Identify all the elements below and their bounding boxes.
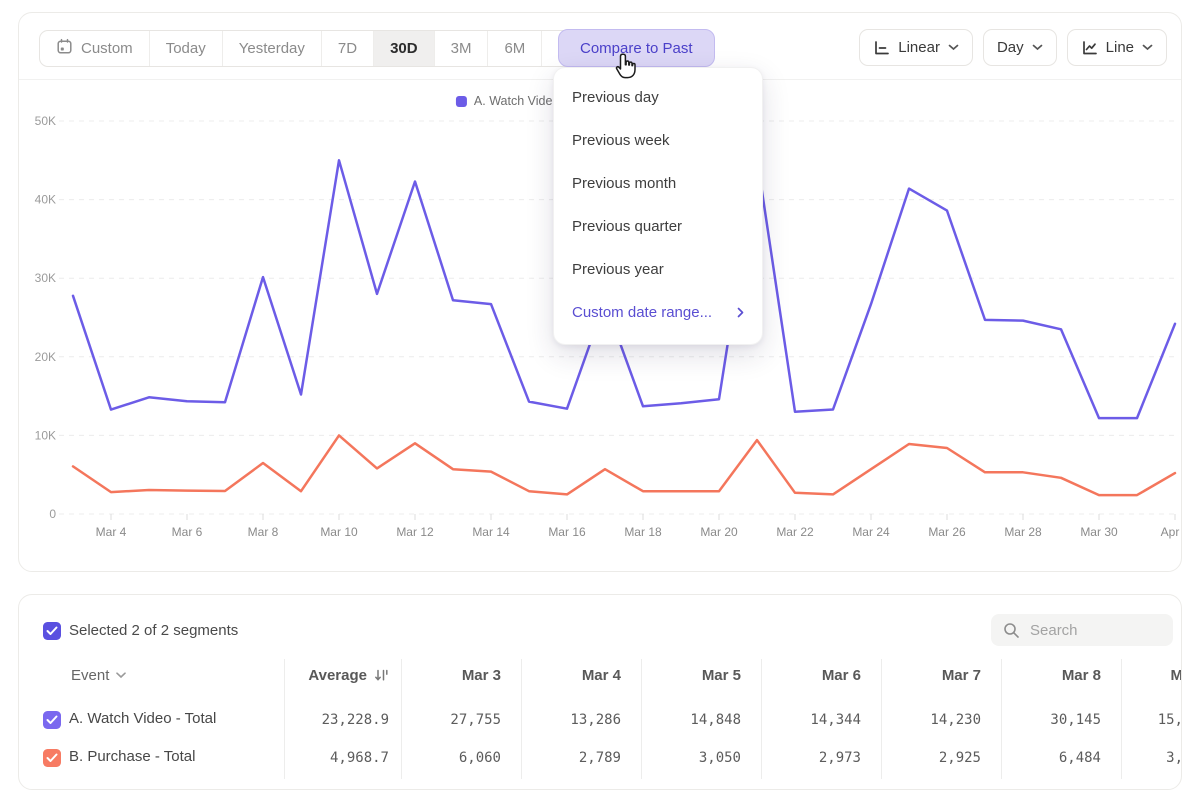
table-cell: 3,: [1053, 750, 1182, 770]
x-axis-tick-label: Mar 10: [320, 525, 358, 539]
row-checkbox-a-watch-video-total[interactable]: [43, 711, 61, 729]
x-axis-tick-label: Mar 30: [1080, 525, 1118, 539]
table-cell: 2,789: [491, 750, 621, 770]
row-label: A. Watch Video - Total: [69, 710, 216, 727]
row-label: B. Purchase - Total: [69, 748, 195, 765]
segments-card: Selected 2 of 2 segments Search Event Ave…: [18, 594, 1182, 790]
x-axis-tick-label: Mar 8: [248, 525, 279, 539]
y-axis-tick-label: 10K: [35, 428, 56, 442]
column-header-label: Event: [71, 667, 109, 684]
segments-selected-label: Selected 2 of 2 segments: [69, 622, 238, 639]
search-box[interactable]: Search: [991, 614, 1173, 646]
x-axis-tick-label: Mar 18: [624, 525, 662, 539]
column-header-m[interactable]: M: [1053, 665, 1182, 685]
menu-item-previous-quarter[interactable]: Previous quarter: [554, 205, 762, 248]
column-header-mar-4[interactable]: Mar 4: [491, 665, 621, 685]
x-axis-tick-label: Mar 28: [1004, 525, 1042, 539]
check-icon: [46, 626, 58, 636]
series-line-b-purchase-total[interactable]: [73, 435, 1175, 495]
table-cell: 4,968.7: [259, 750, 389, 770]
table-cell: 3,050: [611, 750, 741, 770]
y-axis-tick-label: 30K: [35, 271, 56, 285]
x-axis-tick-label: Mar 20: [700, 525, 738, 539]
table-cell: 13,286: [491, 712, 621, 732]
y-axis-tick-label: 20K: [35, 350, 56, 364]
table-cell: 2,925: [851, 750, 981, 770]
compare-dropdown-menu: Previous dayPrevious weekPrevious monthP…: [553, 67, 763, 345]
column-header-mar-3[interactable]: Mar 3: [371, 665, 501, 685]
search-placeholder: Search: [1030, 622, 1078, 639]
column-header-mar-7[interactable]: Mar 7: [851, 665, 981, 685]
legend-swatch: [456, 96, 467, 107]
table-cell: 6,060: [371, 750, 501, 770]
column-header-average[interactable]: Average: [259, 665, 389, 685]
menu-item-previous-week[interactable]: Previous week: [554, 119, 762, 162]
x-axis-tick-label: Mar 12: [396, 525, 434, 539]
chevron-right-icon: [737, 307, 744, 318]
x-axis-tick-label: Mar 22: [776, 525, 814, 539]
table-cell: 15,: [1053, 712, 1182, 732]
column-header-label: Average: [308, 667, 367, 684]
column-header-label: M: [1171, 667, 1183, 684]
table-cell: 14,344: [731, 712, 861, 732]
column-header-mar-6[interactable]: Mar 6: [731, 665, 861, 685]
row-checkbox-b-purchase-total[interactable]: [43, 749, 61, 767]
check-icon: [46, 753, 58, 763]
table-cell: 14,848: [611, 712, 741, 732]
x-axis-tick-label: Mar 16: [548, 525, 586, 539]
x-axis-tick-label: Mar 6: [172, 525, 203, 539]
menu-item-previous-year[interactable]: Previous year: [554, 248, 762, 291]
x-axis-tick-label: Apr 1: [1161, 525, 1183, 539]
custom-date-range-label: Custom date range...: [572, 304, 712, 321]
x-axis-tick-label: Mar 26: [928, 525, 966, 539]
table-cell: 27,755: [371, 712, 501, 732]
menu-item-custom-date-range[interactable]: Custom date range...: [554, 291, 762, 334]
menu-item-previous-month[interactable]: Previous month: [554, 162, 762, 205]
select-all-checkbox[interactable]: [43, 622, 61, 640]
chart-card: CustomTodayYesterday7D30D3M6M12M Compare…: [18, 12, 1182, 572]
search-icon: [1003, 622, 1020, 639]
column-header-event[interactable]: Event: [71, 665, 126, 685]
chevron-down-icon: [116, 672, 126, 679]
check-icon: [46, 715, 58, 725]
x-axis-tick-label: Mar 24: [852, 525, 890, 539]
x-axis-tick-label: Mar 14: [472, 525, 510, 539]
y-axis-tick-label: 40K: [35, 193, 56, 207]
x-axis-tick-label: Mar 4: [96, 525, 127, 539]
menu-item-previous-day[interactable]: Previous day: [554, 76, 762, 119]
table-cell: 14,230: [851, 712, 981, 732]
y-axis-tick-label: 50K: [35, 114, 56, 128]
table-cell: 2,973: [731, 750, 861, 770]
table-cell: 23,228.9: [259, 712, 389, 732]
column-header-mar-5[interactable]: Mar 5: [611, 665, 741, 685]
y-axis-tick-label: 0: [49, 507, 56, 521]
